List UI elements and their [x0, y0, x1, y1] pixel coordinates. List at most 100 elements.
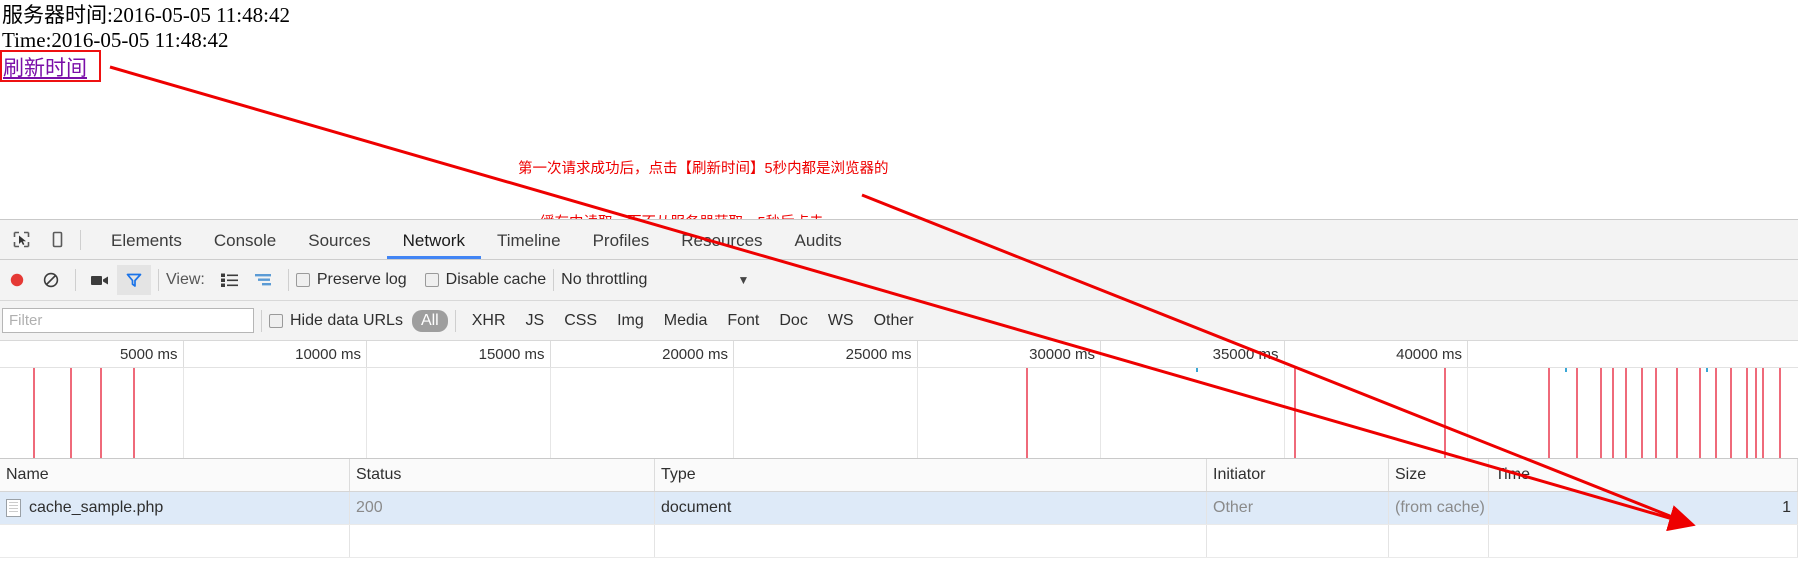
device-toolbar-icon[interactable] — [42, 225, 72, 255]
cell-empty — [1207, 525, 1389, 557]
timeline-event-marker — [1655, 368, 1657, 458]
cell-empty — [1489, 525, 1798, 557]
annotation-line-1: 第一次请求成功后，点击【刷新时间】5秒内都是浏览器的 — [518, 161, 889, 177]
toolbar-divider — [158, 269, 159, 291]
column-header-type[interactable]: Type — [655, 459, 1207, 491]
cell-time: 1 — [1489, 492, 1798, 524]
timeline-event-marker — [1779, 368, 1781, 458]
devtools-tab-list: Elements Console Sources Network Timeline Pro… — [95, 220, 858, 259]
timeline-ruler: 5000 ms 10000 ms 15000 ms 20000 ms 25000 ms 3… — [0, 341, 1798, 368]
filter-type-media[interactable]: Media — [655, 310, 717, 332]
hide-data-urls-checkbox[interactable]: Hide data URLs — [269, 312, 403, 330]
waterfall-view-icon[interactable] — [247, 265, 281, 295]
network-requests-table: Name Status Type Initiator Size Time cache_sa… — [0, 459, 1798, 558]
preserve-log-checkbox[interactable]: Preserve log — [295, 271, 407, 289]
timeline-event-marker — [1444, 368, 1446, 458]
client-time-text: Time:2016-05-05 11:48:42 — [2, 28, 229, 52]
disable-cache-checkbox-box[interactable] — [424, 273, 439, 287]
cell-empty — [1389, 525, 1489, 557]
cell-name: cache_sample.php — [0, 492, 350, 524]
ruler-tick: 20000 ms — [551, 341, 734, 367]
timeline-event-marker — [1641, 368, 1643, 458]
tab-console[interactable]: Console — [198, 221, 292, 259]
table-header-row: Name Status Type Initiator Size Time — [0, 459, 1798, 492]
filter-type-doc[interactable]: Doc — [770, 310, 816, 332]
tab-audits[interactable]: Audits — [779, 221, 858, 259]
preserve-log-checkbox-box[interactable] — [295, 273, 310, 287]
tab-network[interactable]: Network — [386, 221, 481, 259]
ruler-tick: 25000 ms — [734, 341, 918, 367]
filter-input[interactable] — [2, 308, 254, 333]
tab-profiles[interactable]: Profiles — [577, 221, 666, 259]
cell-empty — [0, 525, 350, 557]
filter-type-font[interactable]: Font — [718, 310, 768, 332]
refresh-time-link[interactable]: 刷新时间 — [3, 52, 87, 82]
toolbar-divider — [287, 269, 289, 291]
server-time-text: 服务器时间:2016-05-05 11:48:42 — [2, 3, 290, 27]
clear-button[interactable] — [34, 265, 68, 295]
table-empty-row — [0, 525, 1798, 558]
timeline-event-marker — [1600, 368, 1602, 458]
network-toolbar: View: Preserve log Disable cache No thro… — [0, 260, 1798, 301]
filter-type-css[interactable]: CSS — [555, 310, 606, 332]
column-header-name[interactable]: Name — [0, 459, 350, 491]
disable-cache-checkbox[interactable]: Disable cache — [424, 271, 547, 289]
ruler-tick: 40000 ms — [1285, 341, 1468, 367]
timeline-gridline — [916, 368, 918, 458]
annotation-text: 第一次请求成功后，点击【刷新时间】5秒内都是浏览器的 缓存中读取，而不从服务器获… — [518, 124, 889, 220]
column-header-time[interactable]: Time — [1489, 459, 1798, 491]
timeline-event-marker — [1612, 368, 1614, 458]
timeline-event-marker — [1548, 368, 1550, 458]
timeline-event-marker — [1730, 368, 1732, 458]
cell-initiator: Other — [1207, 492, 1389, 524]
document-file-icon — [6, 499, 21, 517]
column-header-initiator[interactable]: Initiator — [1207, 459, 1389, 491]
toolbar-divider — [80, 229, 81, 250]
hide-data-urls-checkbox-box[interactable] — [269, 313, 283, 328]
timeline-blue-marker — [1706, 368, 1708, 372]
ruler-tick: 30000 ms — [918, 341, 1101, 367]
inspect-element-icon[interactable] — [6, 225, 36, 255]
filter-type-ws[interactable]: WS — [819, 310, 863, 332]
timeline-gridline — [1100, 368, 1101, 458]
tab-resources[interactable]: Resources — [665, 221, 778, 259]
cell-size: (from cache) — [1389, 492, 1489, 524]
devtools-tabbar: Elements Console Sources Network Timeline Pro… — [0, 220, 1798, 260]
filter-type-img[interactable]: Img — [608, 310, 653, 332]
tab-elements[interactable]: Elements — [95, 221, 198, 259]
ruler-tick: 35000 ms — [1101, 341, 1285, 367]
table-row[interactable]: cache_sample.php 200 document Other (from ca… — [0, 492, 1798, 525]
disable-cache-label: Disable cache — [445, 271, 547, 288]
chevron-down-icon[interactable]: ▼ — [737, 273, 749, 287]
throttling-value: No throttling — [561, 271, 648, 288]
hide-data-urls-label: Hide data URLs — [290, 311, 403, 329]
throttling-select[interactable]: No throttling ▼ — [561, 271, 749, 289]
toolbar-divider — [553, 269, 555, 291]
record-button[interactable] — [0, 265, 34, 295]
cell-type: document — [655, 492, 1207, 524]
timeline-blue-marker — [1196, 368, 1198, 372]
timeline-event-marker — [1755, 368, 1757, 458]
view-label: View: — [166, 271, 205, 288]
ruler-tick: 5000 ms — [0, 341, 184, 367]
filter-toggle-button[interactable] — [117, 265, 151, 295]
timeline-event-marker — [1762, 368, 1764, 458]
filter-type-xhr[interactable]: XHR — [463, 310, 515, 332]
timeline-gridline — [549, 368, 551, 458]
column-header-status[interactable]: Status — [350, 459, 655, 491]
tab-timeline[interactable]: Timeline — [481, 221, 577, 259]
list-view-icon[interactable] — [213, 265, 247, 295]
timeline-event-marker — [1576, 368, 1578, 458]
devtools-panel: Elements Console Sources Network Timeline Pro… — [0, 219, 1798, 572]
ruler-tick: 10000 ms — [184, 341, 367, 367]
tab-sources[interactable]: Sources — [292, 221, 386, 259]
capture-screenshots-button[interactable] — [83, 265, 117, 295]
filter-type-js[interactable]: JS — [517, 310, 554, 332]
filter-type-other[interactable]: Other — [865, 310, 923, 332]
network-overview[interactable]: 5000 ms 10000 ms 15000 ms 20000 ms 25000 ms 3… — [0, 341, 1798, 459]
ruler-tick: 15000 ms — [367, 341, 551, 367]
column-header-size[interactable]: Size — [1389, 459, 1489, 491]
timeline-gridline — [366, 368, 367, 458]
filter-type-all[interactable]: All — [411, 309, 448, 332]
timeline-event-marker — [1625, 368, 1627, 458]
